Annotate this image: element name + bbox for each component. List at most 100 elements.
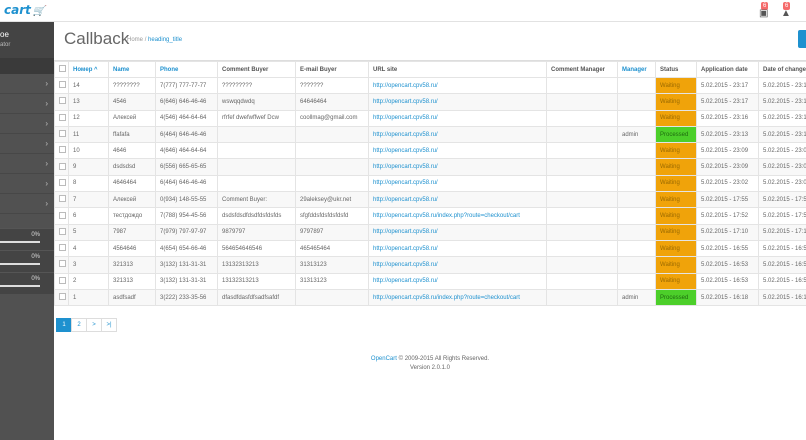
stat-percent: 0% [31,276,40,282]
sidebar-item-1[interactable]: › [0,74,54,94]
row-url-site[interactable]: http://opencart.cpv58.ru/ [368,158,547,176]
row-comment-manager [546,288,618,307]
row-checkbox[interactable] [59,195,66,203]
row-url-site[interactable]: http://opencart.cpv58.ru/ [368,76,547,95]
row-select-cell[interactable] [54,125,69,144]
row-application-date: 5.02.2015 - 17:55 [696,191,759,209]
page-1-button[interactable]: 1 [56,318,72,332]
row-select-cell[interactable] [54,142,69,160]
row-checkbox[interactable] [59,293,66,300]
row-checkbox[interactable] [59,113,66,121]
row-application-date: 5.02.2015 - 17:52 [696,207,759,225]
chevron-right-icon: › [45,79,48,88]
chevron-right-icon: › [45,179,48,188]
row-select-cell[interactable] [54,76,69,95]
row-select-cell[interactable] [54,288,69,307]
row-phone: 4(654) 654-66-46 [155,239,218,258]
col-number[interactable]: Номер ^ [68,61,109,78]
row-status: Waiting [655,239,697,258]
col-name[interactable]: Name [108,61,156,78]
row-url-site[interactable]: http://opencart.cpv58.ru/index.php?route… [368,288,547,307]
sidebar-item-2[interactable]: › [0,94,54,114]
breadcrumb-home[interactable]: Home [127,37,143,43]
row-url-site[interactable]: http://opencart.cpv58.ru/ [368,191,547,209]
user-menu-icon[interactable]: 6 ▲ [778,2,794,19]
row-url-site[interactable]: http://opencart.cpv58.ru/ [368,174,547,193]
breadcrumb-current[interactable]: heading_title [148,37,182,43]
row-url-site[interactable]: http://opencart.cpv58.ru/ [368,125,547,144]
select-all-checkbox[interactable] [59,65,66,72]
row-select-cell[interactable] [54,93,69,111]
row-select-cell[interactable] [54,223,69,241]
row-name: ffafafa [108,125,156,144]
footer-brand-link[interactable]: OpenCart [371,356,397,362]
row-number: 8 [68,174,109,193]
row-comment-manager [546,76,618,95]
row-email-buyer [295,158,369,176]
row-checkbox[interactable] [59,130,66,138]
row-select-cell[interactable] [54,109,69,127]
table-row: 3 321313 3(132) 131-31-31 13132313213 313131… [54,256,806,274]
chevron-right-icon: › [45,119,48,128]
sidebar-item-7[interactable]: › [0,194,54,214]
pagination: 1 2 > >| [56,318,117,332]
row-checkbox[interactable] [59,97,66,105]
col-manager[interactable]: Manager [617,61,656,78]
row-checkbox[interactable] [59,227,66,235]
row-email-buyer: 31313123 [295,256,369,274]
row-number: 9 [68,158,109,176]
row-email-buyer: ??????? [295,76,369,95]
sidebar-item-5[interactable]: › [0,154,54,174]
row-checkbox[interactable] [59,162,66,170]
row-checkbox[interactable] [59,178,66,186]
col-url-site: URL site [368,61,547,78]
row-url-site[interactable]: http://opencart.cpv58.ru/ [368,256,547,274]
row-manager [617,158,656,176]
row-url-site[interactable]: http://opencart.cpv58.ru/ [368,223,547,241]
profile-block[interactable]: oe ator [0,22,54,58]
row-comment-manager [546,174,618,193]
breadcrumb: Home / heading_title [127,37,182,43]
row-checkbox[interactable] [59,244,66,252]
sidebar-item-active[interactable] [0,58,54,74]
row-checkbox[interactable] [59,211,66,219]
col-phone[interactable]: Phone [155,61,218,78]
row-url-site[interactable]: http://opencart.cpv58.ru/ [368,142,547,160]
row-url-site[interactable]: http://opencart.cpv58.ru/ [368,272,547,290]
sidebar-item-4[interactable]: › [0,134,54,154]
action-button[interactable] [798,30,806,48]
row-comment-manager [546,239,618,258]
row-select-cell[interactable] [54,174,69,193]
sidebar-item-3[interactable]: › [0,114,54,134]
alerts-icon[interactable]: 6 ▣ [756,2,772,19]
row-select-cell[interactable] [54,207,69,225]
row-select-cell[interactable] [54,191,69,209]
next-page-button[interactable]: > [86,318,102,332]
last-page-button[interactable]: >| [101,318,117,332]
callback-table: Номер ^ Name Phone Comment Buyer E-mail … [54,61,806,307]
row-url-site[interactable]: http://opencart.cpv58.ru/ [368,109,547,127]
row-number: 3 [68,256,109,274]
row-url-site[interactable]: http://opencart.cpv58.ru/index.php?route… [368,207,547,225]
opencart-logo[interactable]: cart 🛒 [4,3,45,17]
select-all-cell[interactable] [54,61,69,78]
row-select-cell[interactable] [54,239,69,258]
table-row: 5 7987 7(979) 797-97-97 9879797 9797897 http:… [54,223,806,241]
sidebar-item-6[interactable]: › [0,174,54,194]
row-checkbox[interactable] [59,146,66,154]
row-select-cell[interactable] [54,272,69,290]
table-row: 4 4564646 4(654) 654-66-46 564654646546 4654… [54,239,806,258]
col-date-of-change: Date of change [758,61,806,78]
row-select-cell[interactable] [54,256,69,274]
footer: OpenCart © 2009-2015 All Rights Reserved… [54,355,806,373]
page-2-button[interactable]: 2 [71,318,87,332]
row-comment-buyer: dfasdfdasfdfsadfsafdf [217,288,296,307]
row-checkbox[interactable] [59,260,66,268]
row-url-site[interactable]: http://opencart.cpv58.ru/ [368,93,547,111]
row-checkbox[interactable] [59,81,66,89]
row-url-site[interactable]: http://opencart.cpv58.ru/ [368,239,547,258]
row-select-cell[interactable] [54,158,69,176]
row-checkbox[interactable] [59,276,66,284]
row-status: Waiting [655,109,697,127]
row-comment-buyer: rfrfef dwefwffwef Dcw [217,109,296,127]
